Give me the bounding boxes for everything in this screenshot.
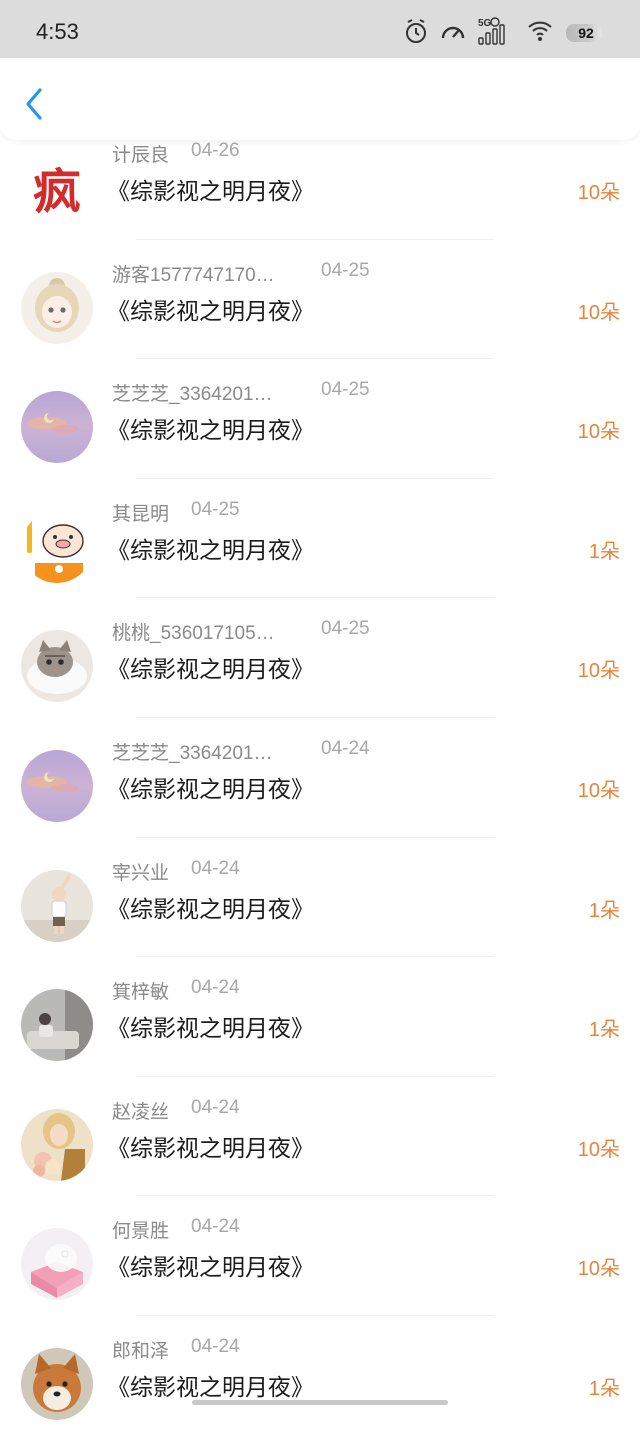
gift-list-item[interactable]: 其昆明 04-25 《综影视之明月夜》 1朵 (0, 479, 640, 599)
user-name[interactable]: 芝芝芝_3364201… (112, 379, 273, 406)
book-title[interactable]: 《综影视之明月夜》 (107, 770, 314, 804)
flower-count: 10朵 (577, 301, 620, 324)
gift-date: 04-24 (321, 737, 370, 759)
gift-list-item[interactable]: 宰兴业 04-24 《综影视之明月夜》 1朵 (0, 838, 640, 958)
gift-date: 04-25 (321, 618, 370, 640)
gift-list-item[interactable]: 芝芝芝_3364201… 04-25 《综影视之明月夜》 10朵 (0, 359, 640, 479)
home-indicator[interactable] (192, 1400, 448, 1405)
user-name[interactable]: 计辰良 (112, 140, 169, 167)
flower-count: 10朵 (577, 1258, 620, 1281)
gift-list-item[interactable]: 游客1577747170… 04-25 《综影视之明月夜》 10朵 (0, 240, 640, 360)
wifi-icon (526, 17, 554, 49)
kitten-avatar[interactable] (21, 630, 93, 703)
anime-girl-avatar[interactable] (21, 271, 93, 344)
user-name[interactable]: 其昆明 (112, 499, 169, 526)
gift-date: 04-24 (191, 1335, 240, 1357)
gift-list-item[interactable]: 桃桃_536017105… 04-25 《综影视之明月夜》 10朵 (0, 598, 640, 718)
network-label: 5G (478, 18, 492, 29)
user-name[interactable]: 宰兴业 (112, 858, 169, 885)
book-title[interactable]: 《综影视之明月夜》 (107, 1368, 314, 1402)
book-title[interactable]: 《综影视之明月夜》 (107, 172, 314, 206)
book-title[interactable]: 《综影视之明月夜》 (107, 890, 314, 924)
user-name[interactable]: 箕梓敏 (112, 977, 169, 1004)
gift-list-item[interactable]: 何景胜 04-24 《综影视之明月夜》 10朵 (0, 1196, 640, 1316)
book-title[interactable]: 《综影视之明月夜》 (107, 650, 314, 684)
chevron-left-icon (26, 88, 42, 120)
gift-list-item[interactable]: 赵凌丝 04-24 《综影视之明月夜》 10朵 (0, 1077, 640, 1197)
flower-count: 1朵 (588, 540, 620, 563)
book-title[interactable]: 《综影视之明月夜》 (107, 531, 314, 565)
cartoon-pig-avatar[interactable] (21, 510, 93, 583)
gift-date: 04-25 (321, 379, 370, 401)
gift-date: 04-26 (191, 140, 240, 161)
logo-char-avatar[interactable]: 疯 (21, 152, 93, 224)
book-title[interactable]: 《综影视之明月夜》 (107, 1009, 314, 1043)
svg-text:疯: 疯 (33, 164, 81, 220)
flower-count: 10朵 (577, 660, 620, 683)
header (0, 58, 640, 140)
book-title[interactable]: 《综影视之明月夜》 (107, 1129, 314, 1163)
status-bar: 4:53 5G 92 (0, 0, 640, 62)
book-title[interactable]: 《综影视之明月夜》 (107, 292, 314, 326)
gift-date: 04-24 (191, 977, 240, 999)
book-title[interactable]: 《综影视之明月夜》 (107, 411, 314, 445)
flower-count: 10朵 (577, 779, 620, 802)
speedometer-icon (440, 20, 466, 46)
book-title[interactable]: 《综影视之明月夜》 (107, 1248, 314, 1282)
purple-sky-moon-avatar[interactable] (21, 749, 93, 822)
gift-date: 04-24 (191, 1216, 240, 1238)
room-photo-avatar[interactable] (21, 989, 93, 1062)
status-time: 4:53 (36, 19, 79, 44)
woman-flowers-avatar[interactable] (21, 1108, 93, 1181)
alarm-clock-icon (404, 18, 428, 48)
flower-count: 1朵 (588, 1377, 620, 1400)
child-photo-avatar[interactable] (21, 869, 93, 942)
gift-list: 疯计辰良 04-26 《综影视之明月夜》 10朵 游客1577747170… 04-25 《… (0, 120, 640, 1436)
gift-date: 04-24 (191, 1096, 240, 1118)
gift-list-item[interactable]: 箕梓敏 04-24 《综影视之明月夜》 1朵 (0, 957, 640, 1077)
gift-date: 04-24 (191, 857, 240, 879)
user-name[interactable]: 游客1577747170… (112, 260, 275, 287)
purple-sky-moon-avatar[interactable] (21, 391, 93, 464)
user-name[interactable]: 赵凌丝 (112, 1097, 169, 1124)
battery-icon: 92 (566, 22, 606, 44)
battery-level: 92 (578, 25, 594, 41)
user-name[interactable]: 芝芝芝_3364201… (112, 738, 273, 765)
gift-list-item[interactable]: 郎和泽 04-24 《综影视之明月夜》 1朵 (0, 1316, 640, 1436)
status-icons: 5G 92 (404, 16, 606, 50)
flower-count: 1朵 (588, 899, 620, 922)
gift-date: 04-25 (191, 498, 240, 520)
gift-list-item[interactable]: 芝芝芝_3364201… 04-24 《综影视之明月夜》 10朵 (0, 718, 640, 838)
flower-count: 10朵 (577, 421, 620, 444)
user-name[interactable]: 桃桃_536017105… (112, 618, 275, 645)
flower-count: 1朵 (588, 1019, 620, 1042)
pink-gift-avatar[interactable] (21, 1228, 93, 1301)
gift-date: 04-25 (321, 259, 370, 281)
signal-5g-icon: 5G (478, 16, 514, 50)
user-name[interactable]: 郎和泽 (112, 1336, 169, 1363)
shiba-dog-avatar[interactable] (21, 1347, 93, 1420)
back-button[interactable] (22, 86, 50, 122)
flower-count: 10朵 (577, 182, 620, 204)
flower-count: 10朵 (577, 1138, 620, 1161)
user-name[interactable]: 何景胜 (112, 1216, 169, 1243)
